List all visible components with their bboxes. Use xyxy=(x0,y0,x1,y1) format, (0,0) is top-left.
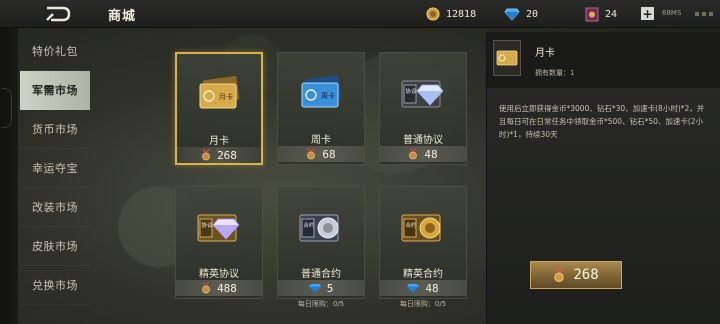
svg-text:月卡: 月卡 xyxy=(219,92,233,101)
product-name: 普通合约 xyxy=(301,269,341,280)
detail-header: 月卡 拥有数量：1 xyxy=(487,32,720,88)
diamond-icon xyxy=(407,284,420,293)
sidebar-item-label: 货币市场 xyxy=(32,123,78,136)
gold-counter: 12818 xyxy=(426,6,476,22)
product-name: 精英协议 xyxy=(199,269,239,280)
product-name: 月卡 xyxy=(209,136,229,147)
sidebar-item-label: 幸运夺宝 xyxy=(32,162,78,175)
gold-amount: 12818 xyxy=(446,8,477,20)
price-bar: 268 xyxy=(177,147,261,163)
product-card-elite-protocol[interactable]: 协议 精英协议 488 xyxy=(175,186,263,299)
sidebar-item-label: 军需市场 xyxy=(32,84,78,97)
svg-text:合约: 合约 xyxy=(304,221,316,229)
diamond-icon xyxy=(308,284,321,293)
sidebar-item-skin-market[interactable]: 皮肤市场 xyxy=(20,227,90,266)
product-name: 精英合约 xyxy=(403,269,443,280)
sidebar-item-label: 皮肤市场 xyxy=(32,240,78,253)
product-card-weekly[interactable]: 周卡 周卡 68 xyxy=(277,52,365,165)
product-name: 周卡 xyxy=(311,135,331,146)
sidebar-item-label: 特价礼包 xyxy=(32,45,78,58)
product-price: 5 xyxy=(326,281,334,295)
product-name: 普通协议 xyxy=(403,135,443,146)
sidebar-item-label: 兑换市场 xyxy=(32,279,78,292)
daily-limit: 每日限购：0/5 xyxy=(297,300,345,308)
product-price: 268 xyxy=(217,148,237,162)
medal-icon xyxy=(202,149,210,161)
medal-icon xyxy=(409,148,418,160)
sidebar-item-label: 改装市场 xyxy=(32,201,78,214)
diamond-amount: 20 xyxy=(526,8,539,20)
medal-icon xyxy=(202,282,210,294)
gold-coin-icon xyxy=(426,7,440,21)
edge-tab[interactable] xyxy=(2,88,12,128)
detail-owned-count: 拥有数量：1 xyxy=(535,69,575,77)
daily-limit: 每日限购：0/5 xyxy=(399,300,447,308)
latency-label: 68MS xyxy=(662,9,682,17)
product-price: 488 xyxy=(217,281,237,295)
ticket-icon xyxy=(585,7,599,21)
detail-item-icon xyxy=(493,40,521,76)
diamond-contract-icon: 协议 xyxy=(398,73,448,117)
page-title: 商城 xyxy=(108,9,137,24)
svg-text:协议: 协议 xyxy=(202,221,214,229)
price-bar: 68 xyxy=(278,146,364,162)
detail-panel: 月卡 拥有数量：1 使用后立即获得金币*3000、钻石*30、加速卡(8小时)*… xyxy=(486,32,720,324)
back-button[interactable] xyxy=(38,2,78,26)
svg-text:周卡: 周卡 xyxy=(321,91,335,100)
product-price: 68 xyxy=(322,147,336,161)
price-bar: 48 xyxy=(380,146,466,162)
elite-diamond-contract-icon: 协议 xyxy=(194,207,244,251)
product-price: 48 xyxy=(424,147,438,161)
product-card-monthly[interactable]: 月卡 月卡 268 xyxy=(175,52,263,165)
ticket-counter: 24 xyxy=(585,6,617,22)
sidebar: 特价礼包 军需市场 货币市场 幸运夺宝 改装市场 皮肤市场 兑换市场 xyxy=(20,32,90,305)
gold-coin-contract-icon: 合约 xyxy=(398,207,448,251)
diamond-icon xyxy=(504,8,520,21)
svg-text:协议: 协议 xyxy=(406,87,418,95)
buy-price: 268 xyxy=(573,267,599,283)
price-bar: 488 xyxy=(176,280,262,296)
svg-text:合约: 合约 xyxy=(406,221,418,229)
buy-button[interactable]: 268 xyxy=(530,261,622,289)
menu-dots-icon[interactable] xyxy=(695,12,713,16)
detail-item-name: 月卡 xyxy=(535,48,555,59)
sidebar-item-mod-market[interactable]: 改装市场 xyxy=(20,188,90,227)
silver-coin-contract-icon: 合约 xyxy=(296,207,346,251)
product-price: 48 xyxy=(425,281,439,295)
sidebar-item-lucky-draw[interactable]: 幸运夺宝 xyxy=(20,149,90,188)
top-bar: 商城 12818 20 24 + 68MS xyxy=(0,0,720,28)
sidebar-item-currency-market[interactable]: 货币市场 xyxy=(20,110,90,149)
product-card-normal-contract[interactable]: 合约 普通合约 5 每日限购：0/5 xyxy=(277,186,365,308)
medal-icon xyxy=(554,267,565,282)
price-bar: 5 xyxy=(278,280,364,296)
sidebar-item-military-market[interactable]: 军需市场 xyxy=(20,71,90,110)
back-arrow-icon xyxy=(46,6,71,22)
product-card-elite-contract[interactable]: 合约 精英合约 48 每日限购：0/5 xyxy=(379,186,467,308)
sidebar-item-exchange-market[interactable]: 兑换市场 xyxy=(20,266,90,305)
medal-icon xyxy=(307,148,316,160)
sidebar-item-special-packs[interactable]: 特价礼包 xyxy=(20,32,90,71)
price-bar: 48 xyxy=(380,280,466,296)
diamond-counter: 20 xyxy=(504,6,538,22)
add-currency-button[interactable]: + xyxy=(641,7,654,20)
edge-strip xyxy=(0,28,18,324)
gold-card-icon: 月卡 xyxy=(196,74,242,118)
blue-card-icon: 周卡 xyxy=(298,73,344,117)
detail-description: 使用后立即获得金币*3000、钻石*30、加速卡(8小时)*2，并且每日可在日常… xyxy=(499,104,705,139)
ticket-amount: 24 xyxy=(605,8,618,20)
product-card-normal-protocol[interactable]: 协议 普通协议 48 xyxy=(379,52,467,165)
